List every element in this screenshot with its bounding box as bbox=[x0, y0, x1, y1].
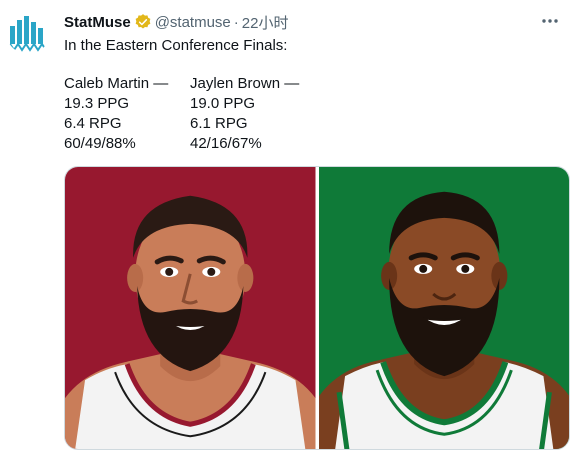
player-shooting: 42/16/67% bbox=[190, 135, 262, 152]
player-stats-brown: Jaylen Brown — 19.0 PPG 6.1 RPG 42/16/67… bbox=[190, 74, 299, 154]
martin-illustration[interactable] bbox=[65, 167, 316, 449]
player-name: Caleb Martin — bbox=[64, 75, 169, 92]
separator-dot: · bbox=[233, 13, 239, 31]
tweet-timestamp[interactable]: 22小时 bbox=[242, 12, 289, 33]
statmuse-logo-icon bbox=[9, 16, 47, 52]
tweet[interactable]: StatMuse @statmuse · 22小时 In the Eastern… bbox=[0, 0, 571, 455]
player-rpg: 6.4 RPG bbox=[64, 115, 122, 132]
player-ppg: 19.0 PPG bbox=[190, 95, 256, 112]
tweet-header: StatMuse @statmuse · 22小时 bbox=[64, 12, 288, 32]
brown-illustration[interactable] bbox=[318, 167, 569, 449]
author-name[interactable]: StatMuse bbox=[64, 14, 131, 31]
player-shooting: 60/49/88% bbox=[64, 135, 136, 152]
more-options-button[interactable] bbox=[539, 10, 561, 32]
author-handle[interactable]: @statmuse bbox=[155, 14, 231, 31]
tweet-media[interactable] bbox=[64, 166, 570, 450]
more-options-icon bbox=[542, 19, 558, 23]
player-stats-martin: Caleb Martin — 19.3 PPG 6.4 RPG 60/49/88… bbox=[64, 74, 168, 154]
author-avatar[interactable] bbox=[6, 10, 50, 54]
player-ppg: 19.3 PPG bbox=[64, 95, 130, 112]
tweet-intro: In the Eastern Conference Finals: bbox=[64, 37, 288, 54]
player-name: Jaylen Brown — bbox=[190, 75, 300, 92]
verified-badge-icon bbox=[135, 14, 151, 29]
player-rpg: 6.1 RPG bbox=[190, 115, 248, 132]
